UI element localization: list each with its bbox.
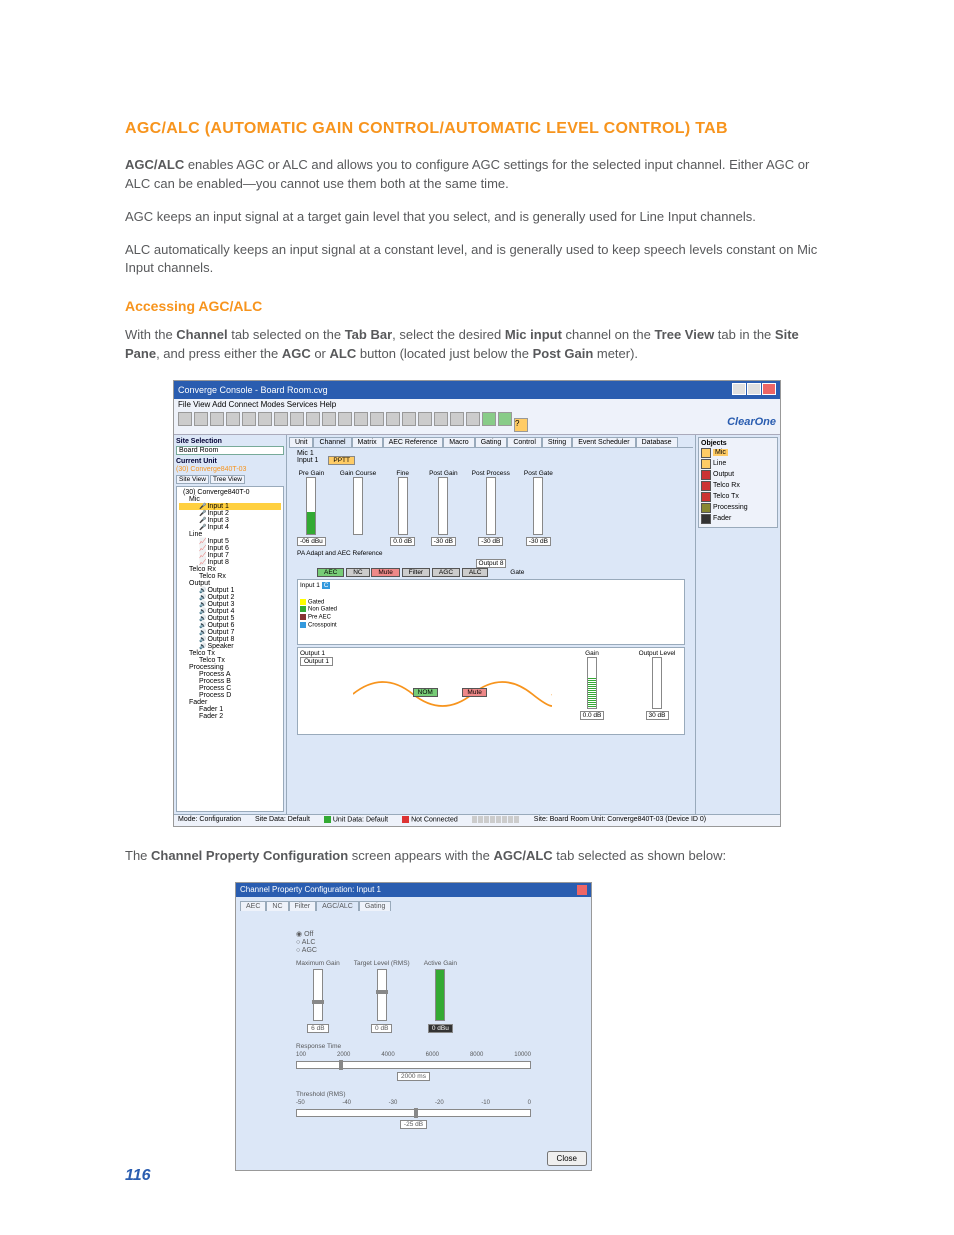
mute-button-output[interactable]: Mute xyxy=(462,688,486,697)
window-title: Converge Console - Board Room.cvg xyxy=(178,385,328,395)
filter-button[interactable]: Filter xyxy=(402,568,430,577)
maximize-icon xyxy=(747,383,761,395)
section-heading: AGC/ALC (AUTOMATIC GAIN CONTROL/AUTOMATI… xyxy=(125,120,829,138)
target-level-slider[interactable] xyxy=(377,969,387,1021)
nc-button[interactable]: NC xyxy=(346,568,369,577)
mic-label: Mic 1 xyxy=(297,450,314,457)
brand-logo: ClearOne xyxy=(727,416,776,428)
current-unit-label: Current Unit xyxy=(176,458,284,465)
output-area: Output 1 Output 1 NOM Mute Gain 0.0 dB xyxy=(297,647,685,735)
input-label: Input 1 xyxy=(297,457,318,464)
gate-button[interactable]: Gate xyxy=(510,569,524,576)
menu-bar[interactable]: File View Add Connect Modes Services Hel… xyxy=(174,399,780,410)
paragraph-instructions: With the Channel tab selected on the Tab… xyxy=(125,326,829,364)
close-icon xyxy=(762,383,776,395)
max-gain-value[interactable]: 6 dB xyxy=(307,1024,328,1033)
paragraph-intro: AGC/ALC enables AGC or ALC and allows yo… xyxy=(125,156,829,194)
window-titlebar-2: Channel Property Configuration: Input 1 xyxy=(236,883,591,897)
close-button[interactable]: Close xyxy=(547,1151,587,1166)
minimize-icon xyxy=(732,383,746,395)
tab-channel: Channel xyxy=(313,437,351,447)
toolbar-icons[interactable]: ? xyxy=(178,412,530,432)
tree-view[interactable]: (30) Converge840T-0 Mic Input 1 Input 2 … xyxy=(176,486,284,812)
page-content: AGC/ALC (AUTOMATIC GAIN CONTROL/AUTOMATI… xyxy=(0,0,954,1171)
response-time-slider[interactable] xyxy=(296,1061,531,1069)
tree-item-input-1[interactable]: Input 1 xyxy=(179,503,281,510)
current-unit-value: (30) Converge840T-03 xyxy=(176,466,284,473)
paragraph-alc: ALC automatically keeps an input signal … xyxy=(125,241,829,279)
tab-agc-alc: AGC/ALC xyxy=(316,901,359,911)
window-buttons[interactable] xyxy=(731,383,776,397)
radio-agc[interactable]: ○ AGC xyxy=(296,947,531,954)
tab-bar[interactable]: Unit Channel Matrix AEC Reference Macro … xyxy=(289,437,693,448)
page-number: 116 xyxy=(125,1167,151,1185)
tree-root[interactable]: (30) Converge840T-0 xyxy=(179,489,281,496)
window-titlebar: Converge Console - Board Room.cvg xyxy=(174,381,780,399)
matrix-legend: Gated Non Gated Pre AEC Crosspoint xyxy=(300,598,337,629)
paragraph-result: The Channel Property Configuration scree… xyxy=(125,847,829,866)
radio-off[interactable]: ◉ Off xyxy=(296,930,531,938)
pa-reference-dropdown[interactable]: Output 8 xyxy=(476,559,507,568)
active-gain-value: 0 dBu xyxy=(428,1024,453,1033)
pptt-button[interactable]: PPTT xyxy=(328,456,355,465)
active-gain-meter xyxy=(435,969,445,1021)
paragraph-agc: AGC keeps an input signal at a target ga… xyxy=(125,208,829,227)
threshold-value[interactable]: -25 dB xyxy=(400,1120,427,1129)
status-bar: Mode: Configuration Site Data: Default U… xyxy=(174,814,780,826)
agc-button[interactable]: AGC xyxy=(432,568,460,577)
site-selection-label: Site Selection xyxy=(176,438,284,445)
matrix-area[interactable]: Input 1 C Gated Non Gated Pre AEC Crossp… xyxy=(297,579,685,645)
threshold-slider[interactable] xyxy=(296,1109,531,1117)
alc-button[interactable]: ALC xyxy=(462,568,489,577)
screenshot-console: Converge Console - Board Room.cvg File V… xyxy=(173,380,781,827)
screenshot-channel-property: Channel Property Configuration: Input 1 … xyxy=(235,882,592,1171)
main-pane: Unit Channel Matrix AEC Reference Macro … xyxy=(287,435,695,814)
property-tabs[interactable]: AEC NC Filter AGC/ALC Gating xyxy=(236,897,591,911)
close-icon[interactable] xyxy=(577,885,587,895)
max-gain-slider[interactable] xyxy=(313,969,323,1021)
site-pane: Site Selection Board Room Current Unit (… xyxy=(174,435,287,814)
nom-button[interactable]: NOM xyxy=(413,688,438,697)
subheading-accessing: Accessing AGC/ALC xyxy=(125,298,829,314)
objects-pane: Objects Mic Line Output Telco Rx Telco T… xyxy=(695,435,780,814)
site-selection-dropdown[interactable]: Board Room xyxy=(176,446,284,455)
aec-button[interactable]: AEC xyxy=(317,568,344,577)
radio-alc[interactable]: ○ ALC xyxy=(296,939,531,946)
response-time-value[interactable]: 2000 ms xyxy=(397,1072,430,1081)
mute-button[interactable]: Mute xyxy=(371,568,399,577)
site-pane-tabs[interactable]: Site ViewTree View xyxy=(176,475,284,484)
channel-strip: Pre Gain-06 dBu Gain Course Fine0.0 dB P… xyxy=(289,466,693,550)
target-level-value[interactable]: 0 dB xyxy=(371,1024,392,1033)
toolbar[interactable]: ? ClearOne xyxy=(174,410,780,435)
